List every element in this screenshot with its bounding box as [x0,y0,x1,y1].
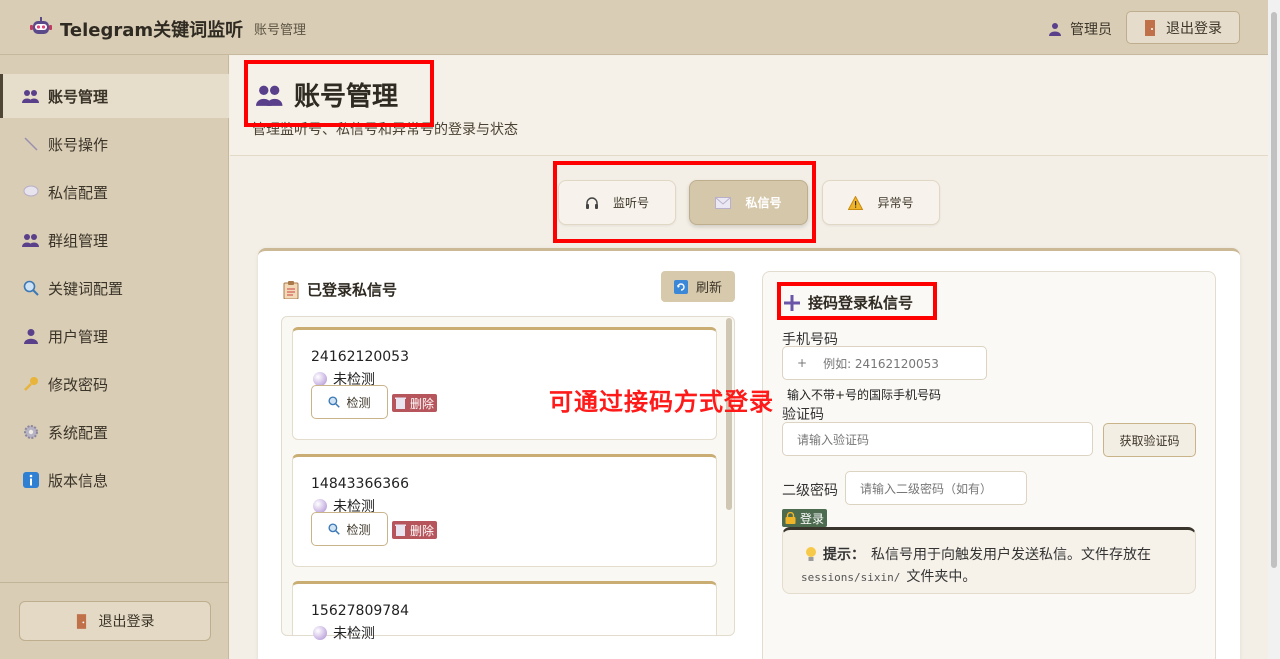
search-icon [22,279,40,297]
delete-button[interactable]: 删除 [392,394,438,412]
annotation-box-page-title [244,60,434,127]
sidebar-item-group-management[interactable]: 群组管理 [0,218,229,262]
phone-placeholder: 例如: 24162120053 [823,356,939,371]
sidebar-item-label: 群组管理 [48,231,109,250]
refresh-icon [673,279,688,294]
lightbulb-icon [806,547,816,561]
sidebar-item-label: 私信配置 [48,183,109,202]
group-icon [22,231,40,249]
user-name: 管理员 [1070,22,1112,38]
delete-label: 删除 [410,523,435,538]
tip-label: 提示： [823,547,865,563]
sidebar-item-user-management[interactable]: 用户管理 [0,314,229,358]
account-phone: 24162120053 [311,349,409,365]
chat-bubble-icon [22,183,40,201]
account-card: 15627809784 未检测 [292,581,717,642]
breadcrumb: 账号管理 [254,23,307,38]
clipboard-icon [283,280,299,299]
wand-icon [22,135,40,153]
phone-hint: 输入不带+号的国际手机号码 [787,388,942,402]
login-label: 登录 [800,511,825,526]
door-icon [1145,19,1155,36]
search-icon [328,396,341,408]
user-icon [22,327,40,345]
annotation-box-login-title [777,282,937,320]
refresh-label: 刷新 [695,281,722,296]
status-dot-icon [313,626,327,640]
gear-icon [22,423,40,441]
delete-label: 删除 [410,396,435,411]
logout-button-top[interactable]: 退出登录 [1126,11,1240,44]
sidebar-item-label: 用户管理 [48,327,109,346]
account-phone: 14843366366 [311,476,409,492]
search-icon [328,523,341,535]
key-icon [22,375,40,393]
password-placeholder: 请输入二级密码（如有） [860,481,993,496]
user-menu[interactable]: 管理员 [1048,19,1112,39]
sidebar-item-system-config[interactable]: 系统配置 [0,410,229,454]
door-icon [76,613,86,629]
code-input[interactable]: 请输入验证码 [782,422,1093,456]
status-dot-icon [313,372,327,386]
sidebar-item-label: 修改密码 [48,375,109,394]
account-phone: 15627809784 [311,603,409,619]
logout-label: 退出登录 [1166,20,1222,37]
account-status-text: 未检测 [333,626,375,642]
code-placeholder: 请输入验证码 [797,432,870,447]
sidebar-item-label: 系统配置 [48,423,109,442]
sidebar-item-account-operations[interactable]: 账号操作 [0,122,229,166]
page-scrollbar-thumb[interactable] [1271,12,1277,568]
phone-prefix: + [797,356,808,370]
tip-line: 提示： 私信号用于向触发用户发送私信。文件存放在 [805,544,1151,564]
sidebar-item-label: 关键词配置 [48,279,124,298]
login-button[interactable]: 登录 [782,509,828,527]
tab-abnormal[interactable]: 异常号 [822,180,940,225]
top-bar: Telegram关键词监听 账号管理 管理员 退出登录 [0,0,1268,55]
annotation-box-tabs [553,161,816,243]
app-title: Telegram关键词监听 [60,20,244,41]
robot-logo-icon [30,17,52,34]
check-button[interactable]: 检测 [311,512,388,546]
password-label: 二级密码 [782,483,838,499]
sidebar-logout-label: 退出登录 [98,614,155,630]
sidebar-item-change-password[interactable]: 修改密码 [0,362,229,406]
sidebar-item-label: 账号管理 [48,87,109,106]
check-button[interactable]: 检测 [311,385,388,419]
phone-input[interactable]: + 例如: 24162120053 [782,346,987,380]
status-dot-icon [313,499,327,513]
sidebar-item-account-management[interactable]: 账号管理 [0,74,229,118]
account-card: 14843366366 未检测 检测 删除 [292,454,717,567]
account-status: 未检测 [313,623,375,643]
password-input[interactable]: 请输入二级密码（如有） [845,471,1027,505]
trash-icon [395,397,406,409]
warning-icon [848,195,864,210]
trash-icon [395,524,406,536]
sidebar-item-label: 账号操作 [48,135,109,154]
tip-box: 提示： 私信号用于向触发用户发送私信。文件存放在 sessions/sixin/… [782,527,1196,594]
sidebar-item-dm-config[interactable]: 私信配置 [0,170,229,214]
lock-icon [785,512,796,524]
annotation-text: 可通过接码方式登录 [549,388,774,416]
code-label: 验证码 [782,407,824,423]
user-icon [1049,23,1061,36]
tip-line: sessions/sixin/ 文件夹中。 [801,566,976,586]
sidebar-item-version-info[interactable]: 版本信息 [0,458,229,502]
accounts-panel-title-text: 已登录私信号 [307,281,398,299]
get-code-button[interactable]: 获取验证码 [1103,423,1196,457]
refresh-button[interactable]: 刷新 [661,271,735,302]
users-icon [22,87,40,105]
tab-label: 异常号 [877,196,914,210]
tip-text: 私信号用于向触发用户发送私信。文件存放在 [871,547,1151,563]
delete-button[interactable]: 删除 [392,521,438,539]
sidebar-item-label: 版本信息 [48,471,109,490]
sidebar-item-keyword-config[interactable]: 关键词配置 [0,266,229,310]
sidebar-divider [0,582,229,583]
check-label: 检测 [346,522,371,537]
accounts-panel-title: 已登录私信号 [283,279,397,300]
info-icon [22,471,40,489]
sidebar-logout-button[interactable]: 退出登录 [19,601,211,641]
tip-suffix: 文件夹中。 [906,569,977,585]
tip-path: sessions/sixin/ [801,571,901,584]
check-label: 检测 [346,395,371,410]
